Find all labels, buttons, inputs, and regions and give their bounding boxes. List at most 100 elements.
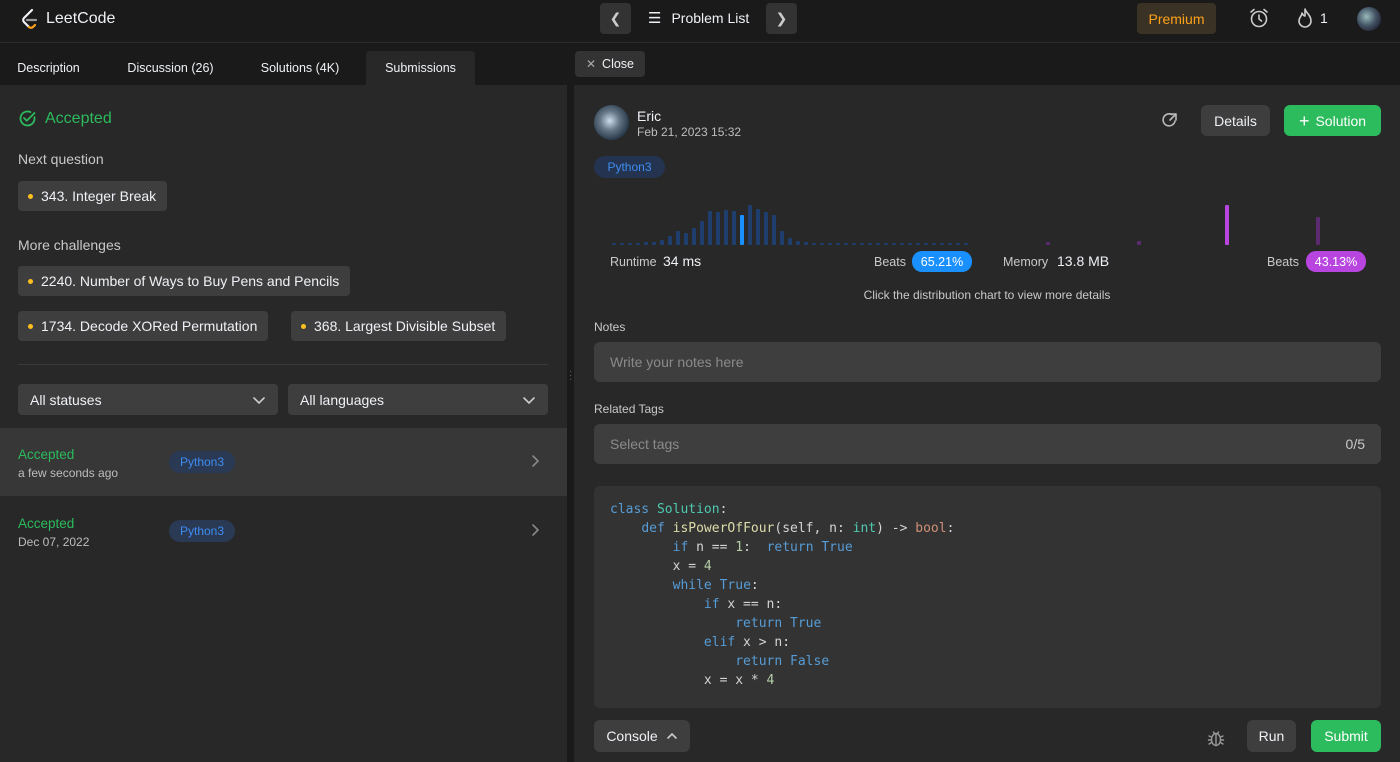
runtime-distribution-bar[interactable] (660, 240, 664, 245)
runtime-distribution-bar[interactable] (964, 243, 968, 245)
difficulty-dot-icon (28, 278, 33, 284)
runtime-distribution-bar[interactable] (740, 215, 744, 245)
runtime-distribution-bar[interactable] (956, 243, 960, 245)
post-solution-button[interactable]: + Solution (1284, 105, 1381, 136)
runtime-distribution-bar[interactable] (844, 243, 848, 245)
memory-value: 13.8 MB (1057, 253, 1110, 269)
notes-field[interactable] (594, 342, 1381, 382)
language-filter-select[interactable]: All languages (288, 384, 548, 415)
accepted-heading: Accepted (18, 109, 112, 128)
code-viewer[interactable]: class Solution: def isPowerOfFour(self, … (594, 486, 1381, 708)
close-button[interactable]: ✕ Close (575, 51, 645, 77)
runtime-distribution-bar[interactable] (884, 243, 888, 245)
status-filter-select[interactable]: All statuses (18, 384, 278, 415)
runtime-distribution-bar[interactable] (940, 243, 944, 245)
runtime-distribution-bar[interactable] (708, 211, 712, 245)
runtime-beats-label: Beats (874, 255, 906, 269)
runtime-distribution-bar[interactable] (612, 243, 616, 245)
bug-icon[interactable] (1206, 728, 1226, 748)
share-icon[interactable] (1160, 111, 1179, 130)
memory-distribution-bar[interactable] (1225, 205, 1229, 245)
runtime-distribution-bar[interactable] (788, 238, 792, 245)
problem-list-label: Problem List (671, 10, 750, 26)
runtime-distribution-bar[interactable] (724, 210, 728, 245)
tab-discussion[interactable]: Discussion (26) (113, 51, 228, 85)
memory-distribution-bar[interactable] (1137, 241, 1141, 245)
memory-distribution-bar[interactable] (1316, 217, 1320, 245)
runtime-distribution-bar[interactable] (636, 243, 640, 245)
tab-description[interactable]: Description (0, 51, 97, 85)
timer-button[interactable] (1248, 6, 1270, 30)
runtime-distribution-bar[interactable] (692, 228, 696, 245)
runtime-distribution-bar[interactable] (620, 243, 624, 245)
runtime-distribution-bar[interactable] (908, 243, 912, 245)
user-avatar-button[interactable] (1357, 7, 1381, 31)
runtime-distribution-bar[interactable] (652, 242, 656, 245)
notes-input[interactable] (610, 354, 1365, 370)
submit-button[interactable]: Submit (1311, 720, 1381, 752)
premium-button[interactable]: Premium (1137, 3, 1216, 34)
runtime-distribution-bar[interactable] (628, 243, 632, 245)
runtime-distribution-bar[interactable] (772, 215, 776, 245)
runtime-distribution-bar[interactable] (700, 221, 704, 245)
runtime-distribution-bar[interactable] (684, 233, 688, 245)
runtime-distribution-bar[interactable] (876, 243, 880, 245)
runtime-distribution-bar[interactable] (916, 243, 920, 245)
streak-counter[interactable]: 1 (1296, 6, 1328, 30)
run-button[interactable]: Run (1247, 720, 1296, 752)
challenge-chip[interactable]: 1734. Decode XORed Permutation (18, 311, 269, 341)
distribution-chart[interactable] (610, 201, 1352, 245)
status-filter-value: All statuses (30, 391, 102, 408)
runtime-distribution-bar[interactable] (796, 241, 800, 245)
runtime-distribution-bar[interactable] (852, 243, 856, 245)
runtime-distribution-bar[interactable] (644, 242, 648, 245)
runtime-distribution-bar[interactable] (804, 242, 808, 245)
runtime-distribution-bar[interactable] (676, 231, 680, 245)
runtime-distribution-bar[interactable] (932, 243, 936, 245)
challenge-chip[interactable]: 368. Largest Divisible Subset (291, 311, 507, 341)
memory-beats-badge: 43.13% (1306, 251, 1366, 272)
runtime-distribution-bar[interactable] (820, 243, 824, 245)
details-button[interactable]: Details (1201, 105, 1270, 136)
runtime-distribution-bar[interactable] (780, 231, 784, 245)
runtime-distribution-bar[interactable] (756, 209, 760, 245)
challenge-chip[interactable]: 2240. Number of Ways to Buy Pens and Pen… (18, 266, 351, 296)
runtime-distribution-bar[interactable] (716, 212, 720, 245)
user-name: Eric (637, 108, 662, 124)
drag-handle-icon[interactable]: · · · (569, 367, 572, 386)
tab-submissions[interactable]: Submissions (366, 51, 475, 85)
runtime-distribution-bar[interactable] (868, 243, 872, 245)
prev-problem-button[interactable]: ❮ (600, 3, 631, 34)
runtime-distribution-bar[interactable] (732, 211, 736, 245)
tags-count: 0/5 (1345, 436, 1365, 452)
memory-distribution-bar[interactable] (1046, 242, 1050, 245)
tab-solutions[interactable]: Solutions (4K) (245, 51, 355, 85)
runtime-distribution-bar[interactable] (900, 243, 904, 245)
runtime-distribution-bar[interactable] (948, 243, 952, 245)
logo[interactable]: LeetCode (20, 7, 115, 31)
next-question-chip[interactable]: 343. Integer Break (18, 181, 168, 211)
panel-splitter[interactable] (567, 43, 574, 762)
chevron-down-icon (253, 396, 265, 404)
console-button[interactable]: Console (594, 720, 690, 752)
runtime-distribution-bar[interactable] (812, 243, 816, 245)
next-problem-button[interactable]: ❯ (766, 3, 797, 34)
runtime-distribution-bar[interactable] (828, 243, 832, 245)
runtime-distribution-bar[interactable] (892, 243, 896, 245)
next-question-title: 343. Integer Break (41, 188, 157, 204)
runtime-distribution-bar[interactable] (764, 212, 768, 245)
runtime-distribution-bar[interactable] (748, 205, 752, 245)
runtime-beats-badge: 65.21% (912, 251, 972, 272)
solution-label: Solution (1315, 112, 1367, 129)
submission-row[interactable]: Accepted a few seconds ago Python3 (0, 428, 567, 496)
submission-row[interactable]: Accepted Dec 07, 2022 Python3 (0, 497, 567, 565)
next-question-label: Next question (18, 151, 104, 167)
tags-select[interactable]: Select tags 0/5 (594, 424, 1381, 464)
runtime-distribution-bar[interactable] (668, 236, 672, 245)
memory-beats-label: Beats (1267, 255, 1299, 269)
runtime-distribution-bar[interactable] (924, 243, 928, 245)
difficulty-dot-icon (28, 193, 33, 199)
problem-list-link[interactable]: ☰ Problem List (648, 7, 749, 29)
runtime-distribution-bar[interactable] (836, 243, 840, 245)
runtime-distribution-bar[interactable] (860, 243, 864, 245)
